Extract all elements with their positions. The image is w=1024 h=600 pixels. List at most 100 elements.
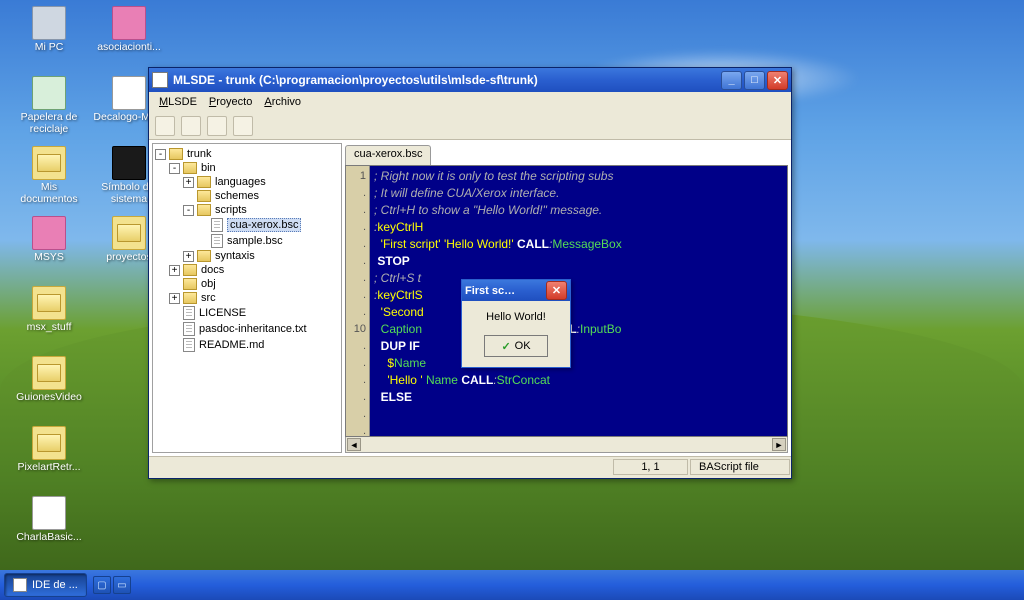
menu-archivo[interactable]: Archivo [258,94,307,110]
tree-node-label: languages [215,176,266,188]
desktop-icon[interactable]: Mi PC [12,6,86,76]
scroll-left-button[interactable]: ◄ [347,438,361,451]
folder-icon [32,426,66,460]
tree-node[interactable]: - bin [155,161,339,175]
doc-icon [112,76,146,110]
editor-tab[interactable]: cua-xerox.bsc [345,145,431,165]
link-icon [112,6,146,40]
desktop-icon[interactable]: msx_stuff [12,286,86,356]
desktop-icon-label: CharlaBasic... [16,532,81,544]
tree-node[interactable]: LICENSE [155,305,339,321]
tree-node[interactable]: obj [155,277,339,291]
tree-node-label: cua-xerox.bsc [227,218,301,232]
code-area[interactable]: ; Right now it is only to test the scrip… [370,166,787,436]
toolbar-save-button[interactable] [181,116,201,136]
expand-toggle[interactable]: - [169,163,180,174]
tree-node-label: obj [201,278,216,290]
taskbar-item-icon [13,578,27,592]
mlsde-window: MLSDE - trunk (C:\programacion\proyectos… [148,67,792,479]
expand-toggle[interactable]: - [183,205,194,216]
horizontal-scrollbar[interactable]: ◄ ► [345,437,788,453]
maximize-button[interactable]: □ [744,71,765,90]
term-icon [112,146,146,180]
menu-bar: MLSDEProyectoArchivo [149,92,791,112]
desktop-icon-label: MSYS [34,252,64,264]
tree-node[interactable]: sample.bsc [155,233,339,249]
desktop-icon-label: msx_stuff [27,322,72,334]
tree-node-label: LICENSE [199,307,246,319]
folder-icon [183,264,197,276]
desktop-icon[interactable]: Mis documentos [12,146,86,216]
window-icon [152,72,168,88]
folder-icon [183,278,197,290]
tree-node-label: trunk [187,148,211,160]
taskbar-window-controls: ▢ ▭ [93,576,131,594]
toolbar [149,112,791,140]
expand-toggle [197,220,208,231]
dialog-titlebar[interactable]: First sc… ✕ [462,280,570,301]
menu-proyecto[interactable]: Proyecto [203,94,258,110]
menu-mlsde[interactable]: MLSDE [153,94,203,110]
desktop-icon[interactable]: GuionesVideo [12,356,86,426]
tree-node[interactable]: + syntaxis [155,249,339,263]
tree-node-label: syntaxis [215,250,255,262]
tree-node[interactable]: schemes [155,189,339,203]
expand-toggle[interactable]: + [183,251,194,262]
tree-node-label: bin [201,162,216,174]
taskbar-item-label: IDE de ... [32,579,78,591]
folder-icon [169,148,183,160]
file-icon [183,306,195,320]
window-titlebar[interactable]: MLSDE - trunk (C:\programacion\proyectos… [149,68,791,92]
cascade-windows-button[interactable]: ▭ [113,576,131,594]
expand-toggle [169,308,180,319]
tree-node-label: scripts [215,204,247,216]
expand-toggle[interactable]: + [169,293,180,304]
tree-node[interactable]: - scripts [155,203,339,217]
desktop-icon[interactable]: Papelera de reciclaje [12,76,86,146]
desktop-icon[interactable]: CharlaBasic... [12,496,86,566]
minimize-button[interactable]: _ [721,71,742,90]
desktop-icon-label: Mis documentos [13,182,85,205]
expand-toggle[interactable]: - [155,149,166,160]
tree-node-label: sample.bsc [227,235,283,247]
dialog-ok-button[interactable]: ✓ OK [484,335,548,357]
project-tree[interactable]: -trunk-bin+languagesschemes-scriptscua-x… [152,143,342,453]
link-icon [32,216,66,250]
toolbar-run-button[interactable] [233,116,253,136]
dialog-close-button[interactable]: ✕ [546,281,567,300]
check-icon: ✓ [501,340,510,353]
show-desktop-button[interactable]: ▢ [93,576,111,594]
tree-node[interactable]: + languages [155,175,339,189]
expand-toggle[interactable]: + [183,177,194,188]
tree-node[interactable]: + src [155,291,339,305]
desktop-icon[interactable]: PixelartRetr... [12,426,86,496]
toolbar-new-button[interactable] [155,116,175,136]
status-file-type: BAScript file [690,459,790,475]
desktop-icon[interactable]: MSYS [12,216,86,286]
scroll-right-button[interactable]: ► [772,438,786,451]
close-button[interactable]: ✕ [767,71,788,90]
expand-toggle[interactable]: + [169,265,180,276]
tree-node-label: src [201,292,216,304]
desktop-icon[interactable]: asociacionti... [92,6,166,76]
tree-node[interactable]: - trunk [155,147,339,161]
bin-icon [32,76,66,110]
tree-node[interactable]: pasdoc-inheritance.txt [155,321,339,337]
expand-toggle [197,236,208,247]
folder-icon [197,250,211,262]
folder-icon [32,146,66,180]
messagebox-dialog: First sc… ✕ Hello World! ✓ OK [461,279,571,368]
expand-toggle [169,324,180,335]
folder-icon [197,190,211,202]
tree-node-label: schemes [215,190,259,202]
toolbar-copy-button[interactable] [207,116,227,136]
tree-node[interactable]: +docs [155,263,339,277]
taskbar-item[interactable]: IDE de ... [4,573,87,597]
desktop-icon-label: proyectos [106,252,152,264]
tree-node[interactable]: cua-xerox.bsc [155,217,339,233]
tree-node[interactable]: README.md [155,337,339,353]
taskbar: IDE de ... ▢ ▭ [0,570,1024,600]
dialog-body: Hello World! ✓ OK [462,301,570,367]
tree-node-label: README.md [199,339,264,351]
desktop-icon-label: Papelera de reciclaje [13,112,85,135]
